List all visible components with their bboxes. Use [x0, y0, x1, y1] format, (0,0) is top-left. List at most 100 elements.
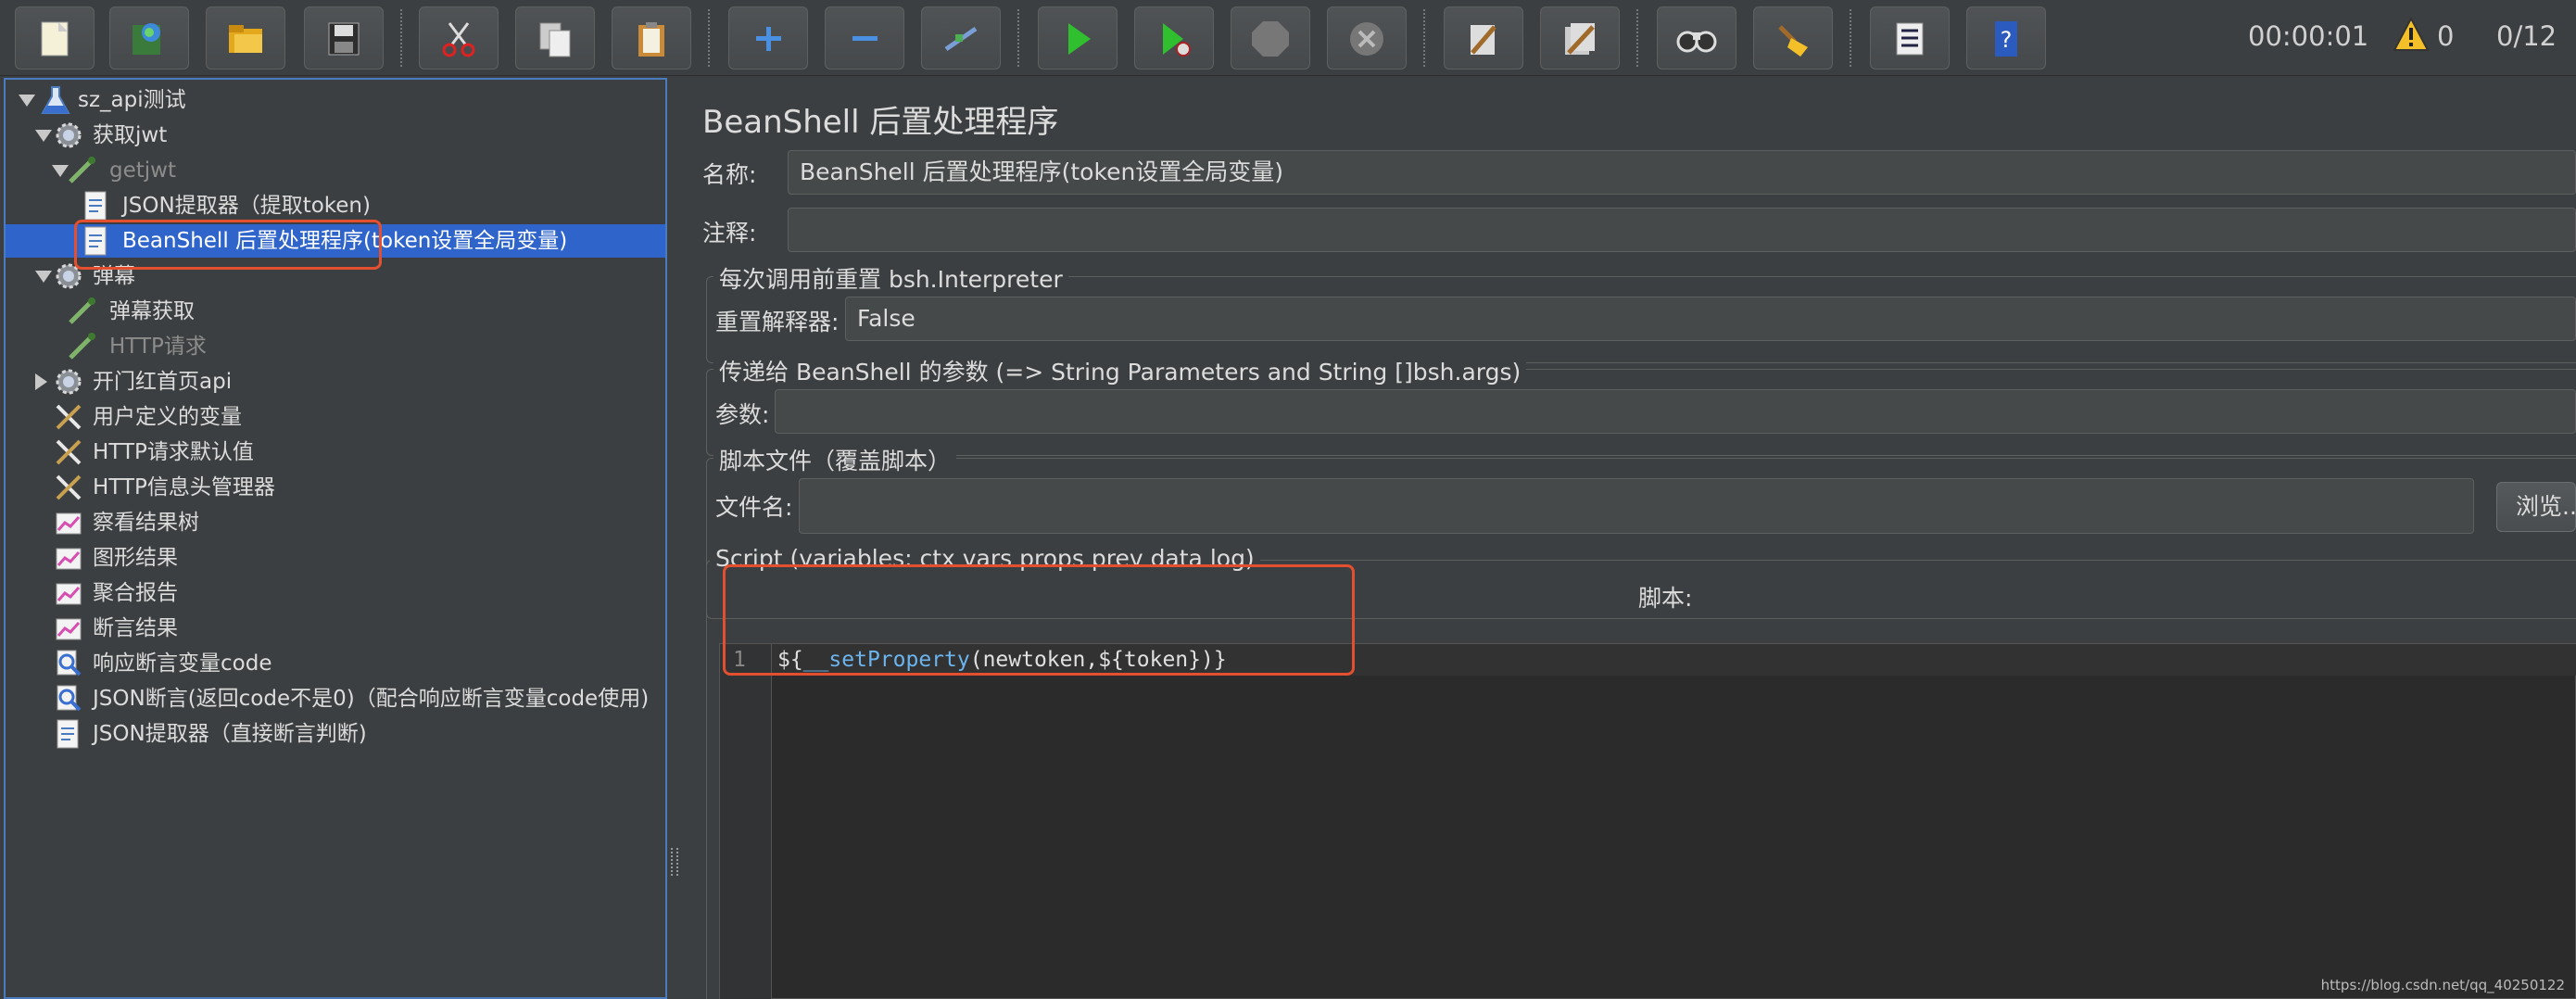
tree-node[interactable]: 断言结果	[6, 612, 665, 645]
filename-input[interactable]	[799, 478, 2474, 534]
tree-node[interactable]: JSON提取器（直接断言判断)	[6, 717, 665, 751]
pipette-icon	[65, 154, 98, 187]
stop-sign-icon	[1252, 21, 1289, 57]
graph-icon	[52, 541, 85, 575]
graph-icon	[52, 612, 85, 645]
paste-button[interactable]	[612, 6, 691, 70]
tree-node[interactable]: HTTP信息头管理器	[6, 471, 665, 504]
script-editor[interactable]: 1 ${__setProperty(newtoken,${token})}	[719, 643, 2576, 999]
flask-icon	[39, 83, 72, 117]
tree-node-label: 察看结果树	[93, 511, 199, 535]
tree-node[interactable]: 聚合报告	[6, 576, 665, 610]
tree-node[interactable]: JSON提取器（提取token)	[6, 189, 665, 222]
params-group-title: 传递给 BeanShell 的参数 (=> String Parameters …	[713, 354, 1527, 387]
toolbar: ? 00:00:01 0 0/12	[0, 0, 2576, 76]
save-button[interactable]	[304, 6, 384, 70]
start-no-pauses-button[interactable]	[1134, 6, 1214, 70]
document-icon	[80, 189, 113, 222]
reset-search-button[interactable]	[1753, 6, 1833, 70]
expand-button[interactable]	[728, 6, 808, 70]
tree-node-label: getjwt	[109, 158, 176, 183]
magnifier-icon	[52, 647, 85, 680]
clear-button[interactable]	[1444, 6, 1523, 70]
pipette-icon	[65, 330, 98, 363]
document-icon	[52, 717, 85, 751]
test-plan-tree[interactable]: sz_api测试 获取jwt getjwt JSON提取器（提取token) BeanS…	[4, 78, 667, 999]
new-plan-button[interactable]	[15, 6, 95, 70]
tree-node-label: HTTP请求	[109, 335, 207, 359]
templates-button[interactable]	[109, 6, 189, 70]
scissors-icon	[442, 22, 475, 57]
parameters-input[interactable]	[775, 389, 2576, 434]
clear-all-button[interactable]	[1540, 6, 1620, 70]
tree-node[interactable]: 获取jwt	[6, 119, 665, 152]
save-disk-icon	[328, 22, 360, 56]
collapse-button[interactable]	[825, 6, 904, 70]
tree-node[interactable]: 弹幕获取	[6, 295, 665, 328]
toggle-wand-icon	[944, 26, 978, 52]
thread-count: 0/12	[2496, 20, 2557, 52]
jmeter-window: ? 00:00:01 0 0/12 sz_api测试获取jwt getjwt JSO…	[0, 0, 2576, 999]
collapse-arrow-icon[interactable]	[35, 271, 52, 283]
play-no-timers-icon	[1163, 23, 1191, 57]
open-folder-icon	[229, 25, 262, 53]
highlight-box-tree-item	[74, 220, 382, 270]
stop-button[interactable]	[1231, 6, 1310, 70]
function-list-icon	[1896, 22, 1924, 56]
tree-node-label: 聚合报告	[93, 581, 178, 605]
tree-node-label: 获取jwt	[93, 123, 168, 147]
watermark: https://blog.csdn.net/qq_40250122	[2320, 977, 2565, 993]
warning-icon[interactable]	[2393, 17, 2430, 52]
tools-icon	[52, 400, 85, 434]
tree-node[interactable]: getjwt	[6, 154, 665, 187]
browse-button[interactable]: 浏览...	[2496, 482, 2576, 532]
new-document-icon	[41, 21, 69, 57]
plus-icon	[756, 27, 781, 51]
help-button[interactable]: ?	[1966, 6, 2046, 70]
open-button[interactable]	[206, 6, 285, 70]
tree-node-label: 用户定义的变量	[93, 405, 242, 429]
comment-label: 注释:	[702, 220, 757, 247]
tree-node-label: JSON提取器（直接断言判断)	[93, 722, 367, 746]
tree-node[interactable]: 开门红首页api	[6, 365, 665, 398]
help-book-icon: ?	[1995, 21, 2017, 57]
script-header: 脚本:	[1638, 585, 1693, 612]
gear-icon	[52, 119, 85, 152]
binoculars-icon	[1676, 31, 1717, 53]
highlight-box-script	[723, 564, 1355, 676]
clear-all-broom-icon	[1565, 23, 1595, 55]
tree-node-label: 断言结果	[93, 616, 178, 640]
tree-node[interactable]: JSON断言(返回code不是0)（配合响应断言变量code使用)	[6, 682, 665, 715]
tree-node-label: 图形结果	[93, 546, 178, 570]
collapse-arrow-icon[interactable]	[35, 130, 52, 142]
name-input[interactable]: BeanShell 后置处理程序(token设置全局变量)	[788, 150, 2576, 195]
minus-icon	[852, 36, 878, 41]
tree-node[interactable]: 用户定义的变量	[6, 400, 665, 434]
tree-node[interactable]: 察看结果树	[6, 506, 665, 539]
svg-text:?: ?	[2001, 27, 2013, 53]
play-icon	[1068, 23, 1091, 55]
shutdown-button[interactable]	[1327, 6, 1407, 70]
tree-node[interactable]: sz_api测试	[6, 83, 665, 117]
splitter-grip[interactable]	[671, 848, 678, 876]
expand-arrow-icon[interactable]	[35, 373, 47, 390]
copy-button[interactable]	[515, 6, 595, 70]
search-button[interactable]	[1657, 6, 1736, 70]
cut-button[interactable]	[419, 6, 499, 70]
pipette-icon	[65, 295, 98, 328]
tree-node[interactable]: HTTP请求	[6, 330, 665, 363]
toggle-button[interactable]	[921, 6, 1001, 70]
collapse-arrow-icon[interactable]	[19, 95, 35, 107]
tree-node[interactable]: HTTP请求默认值	[6, 436, 665, 469]
start-button[interactable]	[1038, 6, 1118, 70]
tree-node-label: 响应断言变量code	[93, 651, 272, 676]
tree-node[interactable]: 响应断言变量code	[6, 647, 665, 680]
elapsed-timer: 00:00:01	[2248, 20, 2369, 52]
shutdown-x-icon	[1350, 22, 1383, 56]
file-group-title: 脚本文件（覆盖脚本）	[713, 443, 957, 476]
function-helper-button[interactable]	[1870, 6, 1950, 70]
templates-icon	[133, 23, 160, 55]
reset-interpreter-select[interactable]: False	[845, 297, 2576, 341]
comment-input[interactable]	[788, 208, 2576, 252]
tree-node[interactable]: 图形结果	[6, 541, 665, 575]
